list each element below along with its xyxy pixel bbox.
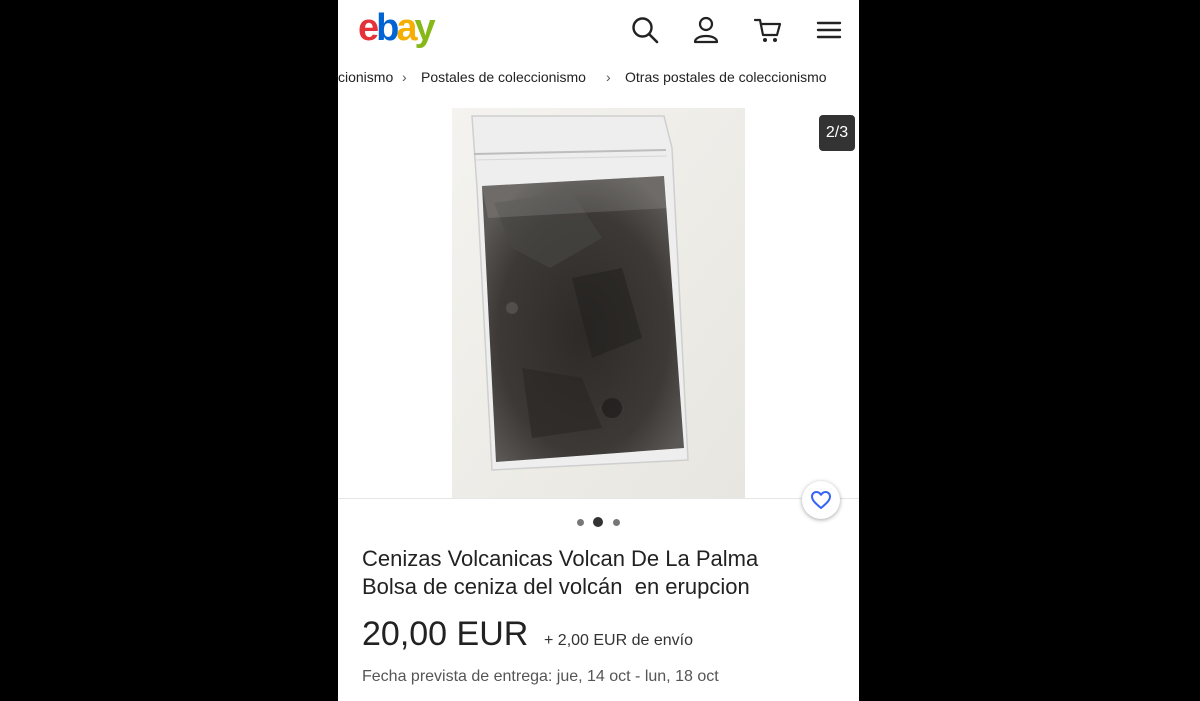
pagination-dot-1[interactable]	[577, 519, 584, 526]
listing-title: Cenizas Volcanicas Volcan De La Palma Bo…	[362, 545, 832, 601]
image-counter-badge: 2/3	[819, 115, 855, 151]
logo-letter-b: b	[376, 7, 399, 49]
listing-title-line-1: Cenizas Volcanicas Volcan De La Palma	[362, 546, 759, 571]
breadcrumb-item-postales[interactable]: Postales de coleccionismo	[421, 62, 586, 92]
menu-icon[interactable]	[813, 14, 845, 46]
logo-letter-a: a	[396, 7, 417, 49]
mobile-page: ebay cionismo › Postales de coleccionism…	[338, 0, 859, 701]
divider	[338, 498, 859, 499]
ebay-logo[interactable]: ebay	[358, 7, 436, 49]
breadcrumb: cionismo › Postales de coleccionismo › O…	[338, 62, 859, 92]
heart-icon	[811, 491, 831, 509]
product-photo[interactable]	[452, 108, 745, 498]
pagination-dot-2-active[interactable]	[593, 517, 603, 527]
pagination-dot-3[interactable]	[613, 519, 620, 526]
pagination-dots	[338, 515, 859, 529]
logo-letter-y: y	[414, 7, 436, 49]
watchlist-button[interactable]	[802, 481, 840, 519]
breadcrumb-item-coleccionismo[interactable]: cionismo	[338, 62, 393, 92]
item-price: 20,00 EUR	[362, 615, 529, 653]
shipping-cost: + 2,00 EUR de envío	[544, 632, 693, 649]
breadcrumb-item-otras-postales[interactable]: Otras postales de coleccionismo	[625, 62, 827, 92]
image-gallery[interactable]	[338, 98, 859, 498]
site-header: ebay	[338, 0, 859, 60]
breadcrumb-chevron-icon: ›	[402, 69, 407, 85]
listing-title-line-2: Bolsa de ceniza del volcán en erupcion	[362, 574, 750, 599]
search-icon[interactable]	[629, 14, 661, 46]
cart-icon[interactable]	[752, 14, 784, 46]
breadcrumb-chevron-icon: ›	[606, 69, 611, 85]
account-icon[interactable]	[690, 14, 722, 46]
logo-letter-e: e	[358, 7, 379, 49]
estimated-delivery: Fecha prevista de entrega: jue, 14 oct -…	[362, 668, 719, 685]
